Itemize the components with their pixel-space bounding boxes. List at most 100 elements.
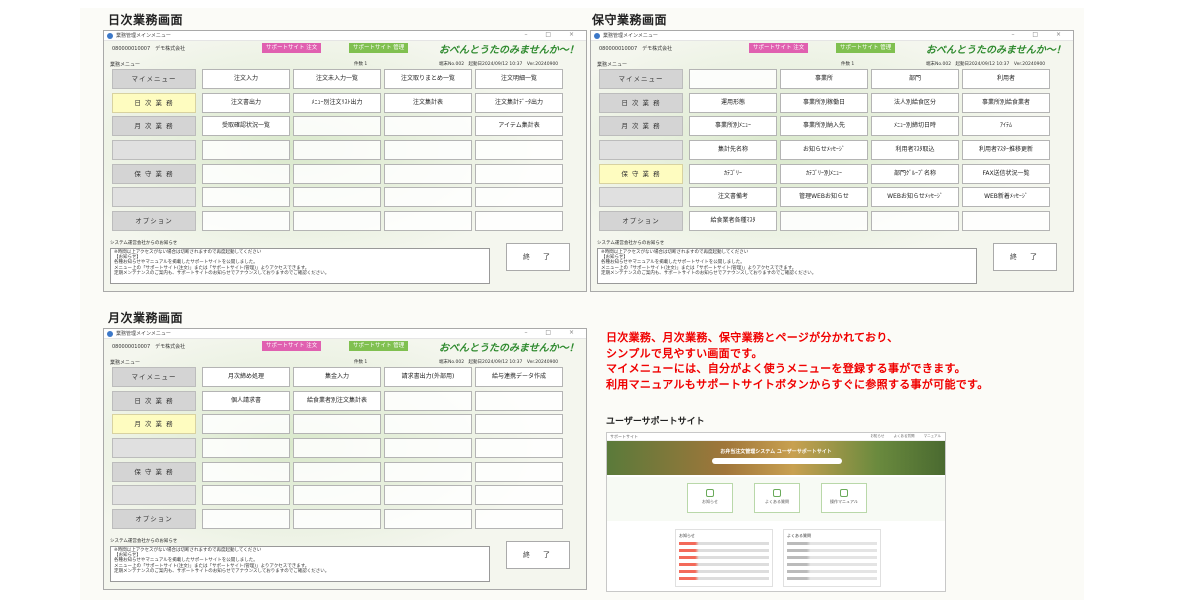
menu-cell-empty[interactable] [202, 438, 290, 459]
menu-cell[interactable]: WEBお知らせﾒｯｾｰｼﾞ [871, 187, 959, 208]
site-card-news[interactable]: お知らせ [687, 483, 733, 513]
exit-button[interactable]: 終 了 [506, 243, 570, 271]
menu-cell[interactable]: ﾒﾆｭｰ別締切日時 [871, 116, 959, 137]
sidebar-button[interactable]: 日 次 業 務 [112, 390, 196, 411]
support-admin-button[interactable]: サポートサイト 管理 [836, 43, 896, 53]
sidebar-button[interactable]: 日 次 業 務 [112, 92, 196, 113]
menu-cell[interactable]: 部門 [871, 69, 959, 89]
menu-cell-empty[interactable] [384, 163, 472, 184]
support-order-button[interactable]: サポートサイト 注文 [262, 43, 322, 53]
sidebar-blank-button[interactable] [112, 187, 196, 208]
menu-cell[interactable]: 受取確認状況一覧 [202, 116, 290, 137]
sidebar-button[interactable]: 日 次 業 務 [599, 92, 683, 113]
menu-cell-empty[interactable] [475, 140, 563, 161]
site-search-input[interactable] [712, 458, 842, 464]
menu-cell-empty[interactable] [293, 438, 381, 459]
sidebar-button[interactable]: 保 守 業 務 [112, 461, 196, 482]
menu-cell-empty[interactable] [475, 211, 563, 232]
menu-cell-empty[interactable] [475, 390, 563, 411]
site-logo[interactable]: サポートサイト [610, 434, 638, 440]
menu-cell[interactable]: ｶﾃｺﾞﾘｰ別ﾒﾆｭｰ [780, 163, 868, 184]
menu-cell-empty[interactable] [384, 485, 472, 506]
menu-cell[interactable]: アイテム集計表 [475, 116, 563, 137]
menu-cell[interactable]: 事業所別給食業者 [962, 92, 1050, 113]
menu-cell-empty[interactable] [384, 187, 472, 208]
menu-cell[interactable]: 給食業者別注文集計表 [293, 390, 381, 411]
menu-cell-empty[interactable] [962, 211, 1050, 232]
menu-cell-empty[interactable] [384, 461, 472, 482]
news-row[interactable] [679, 577, 769, 580]
menu-cell[interactable]: 注文集計表 [384, 92, 472, 113]
menu-cell[interactable]: 注文書備考 [689, 187, 777, 208]
sidebar-button[interactable]: 保 守 業 務 [112, 163, 196, 184]
menu-cell[interactable]: 事業所別稼働日 [780, 92, 868, 113]
menu-cell[interactable]: 月次締め処理 [202, 367, 290, 387]
menu-cell-empty[interactable] [202, 187, 290, 208]
menu-cell[interactable]: 注文書出力 [202, 92, 290, 113]
window-controls[interactable]: – □ × [524, 31, 582, 38]
sidebar-button[interactable]: マイメニュー [112, 367, 196, 387]
site-card-manual[interactable]: 操作マニュアル [821, 483, 867, 513]
news-row[interactable] [679, 563, 769, 566]
sidebar-button[interactable]: オプション [112, 509, 196, 530]
window-controls[interactable]: – □ × [524, 329, 582, 336]
menu-cell-empty[interactable] [780, 211, 868, 232]
menu-cell-empty[interactable] [202, 163, 290, 184]
menu-cell-empty[interactable] [384, 509, 472, 530]
menu-cell-empty[interactable] [293, 509, 381, 530]
menu-cell-empty[interactable] [202, 140, 290, 161]
menu-cell[interactable]: ﾒﾆｭｰ別注文ﾘｽﾄ出力 [293, 92, 381, 113]
sidebar-blank-button[interactable] [112, 485, 196, 506]
menu-cell-empty[interactable] [202, 461, 290, 482]
menu-cell[interactable]: 部門ｸﾞﾙｰﾌﾟ名称 [871, 163, 959, 184]
menu-cell-empty[interactable] [293, 187, 381, 208]
menu-cell-empty[interactable] [293, 140, 381, 161]
menu-cell-empty[interactable] [475, 438, 563, 459]
menu-cell-empty[interactable] [384, 116, 472, 137]
menu-cell-empty[interactable] [871, 211, 959, 232]
sidebar-button[interactable]: 保 守 業 務 [599, 163, 683, 184]
sidebar-blank-button[interactable] [112, 140, 196, 161]
menu-cell-empty[interactable] [202, 485, 290, 506]
news-row[interactable] [679, 570, 769, 573]
support-admin-button[interactable]: サポートサイト 管理 [349, 341, 409, 351]
sidebar-button[interactable]: マイメニュー [599, 69, 683, 89]
menu-cell[interactable]: 個人請求書 [202, 390, 290, 411]
menu-cell[interactable]: FAX送信状況一覧 [962, 163, 1050, 184]
menu-cell[interactable]: 注文入力 [202, 69, 290, 89]
menu-cell[interactable]: 集計先名称 [689, 140, 777, 161]
menu-cell[interactable]: 注文取りまとめ一覧 [384, 69, 472, 89]
menu-cell-empty[interactable] [293, 211, 381, 232]
menu-cell-empty[interactable] [475, 509, 563, 530]
faq-row[interactable] [787, 563, 877, 566]
faq-row[interactable] [787, 542, 877, 545]
menu-cell-empty[interactable] [202, 211, 290, 232]
sidebar-button[interactable]: 月 次 業 務 [112, 414, 196, 435]
news-row[interactable] [679, 549, 769, 552]
menu-cell[interactable]: お知らせﾒｯｾｰｼﾞ [780, 140, 868, 161]
menu-cell[interactable]: 集金入力 [293, 367, 381, 387]
menu-cell-empty[interactable] [689, 69, 777, 89]
exit-button[interactable]: 終 了 [993, 243, 1057, 271]
sidebar-button[interactable]: オプション [112, 211, 196, 232]
menu-cell-empty[interactable] [202, 414, 290, 435]
exit-button[interactable]: 終 了 [506, 541, 570, 569]
menu-cell-empty[interactable] [384, 140, 472, 161]
menu-cell[interactable]: 事業所別ﾒﾆｭｰ [689, 116, 777, 137]
news-row[interactable] [679, 542, 769, 545]
faq-row[interactable] [787, 577, 877, 580]
menu-cell-empty[interactable] [293, 414, 381, 435]
support-admin-button[interactable]: サポートサイト 管理 [349, 43, 409, 53]
menu-cell[interactable]: 給与連携データ作成 [475, 367, 563, 387]
menu-cell-empty[interactable] [475, 187, 563, 208]
sidebar-blank-button[interactable] [599, 187, 683, 208]
menu-cell[interactable]: 注文未入力一覧 [293, 69, 381, 89]
sidebar-button[interactable]: マイメニュー [112, 69, 196, 89]
support-order-button[interactable]: サポートサイト 注文 [749, 43, 809, 53]
menu-cell[interactable]: ｶﾃｺﾞﾘｰ [689, 163, 777, 184]
faq-row[interactable] [787, 549, 877, 552]
menu-cell-empty[interactable] [475, 414, 563, 435]
menu-cell[interactable]: 事業所別納入先 [780, 116, 868, 137]
menu-cell-empty[interactable] [475, 163, 563, 184]
news-row[interactable] [679, 556, 769, 559]
